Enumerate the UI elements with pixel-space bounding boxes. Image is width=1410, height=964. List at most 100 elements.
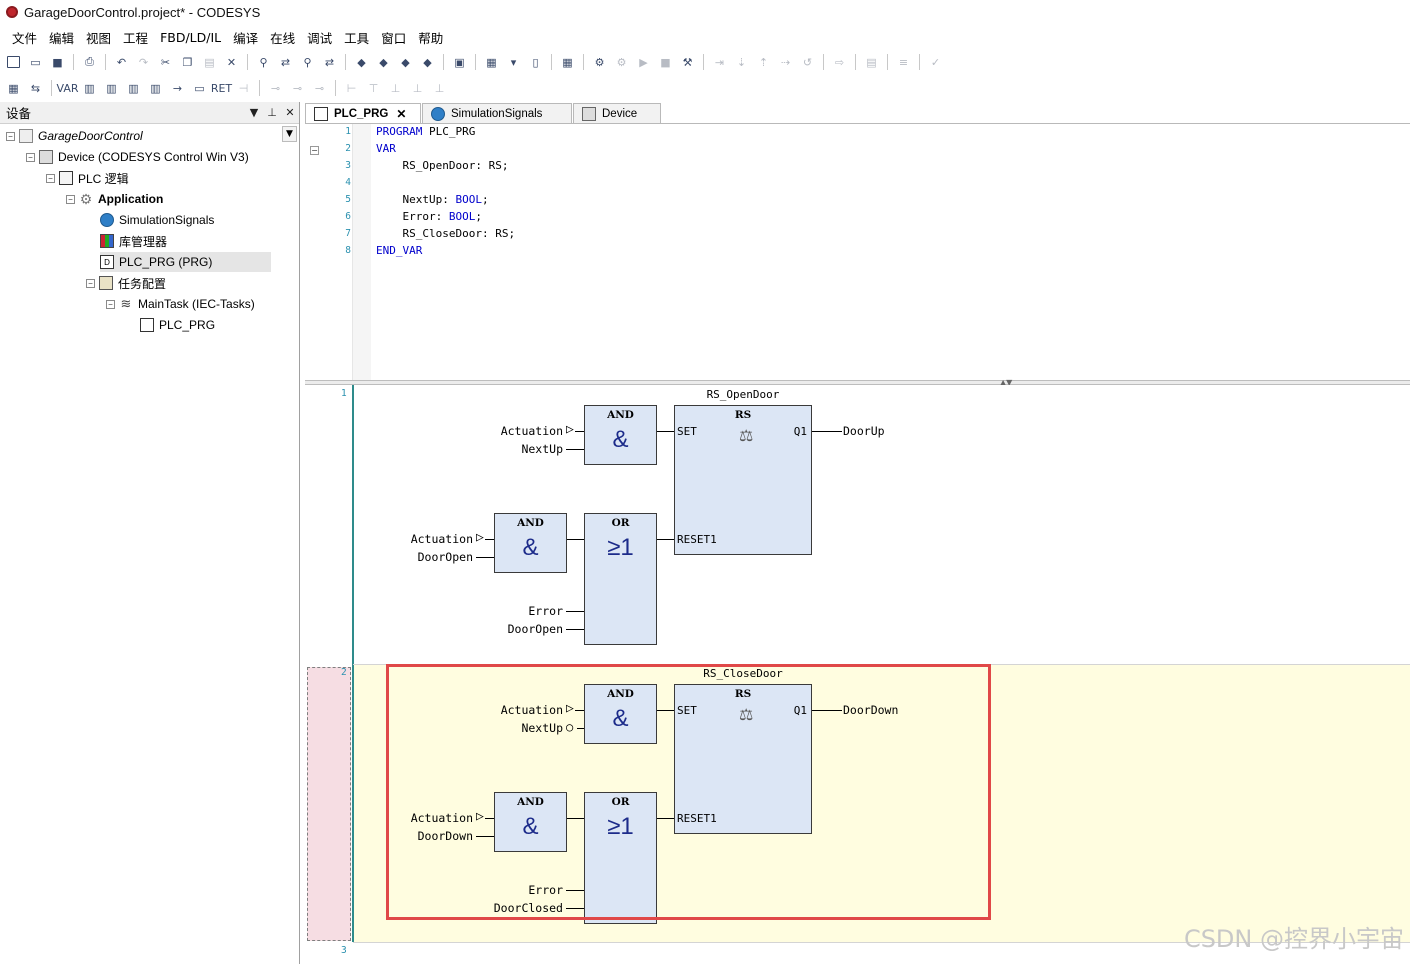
- close-panel-icon[interactable]: ✕: [281, 106, 299, 119]
- logout-icon[interactable]: ⚙: [612, 53, 631, 71]
- collapse-icon[interactable]: −: [86, 278, 95, 288]
- coil-icon[interactable]: ⊥: [408, 79, 427, 97]
- menu-window[interactable]: 窗口: [375, 28, 412, 47]
- close-tab-icon[interactable]: ✕: [396, 107, 406, 121]
- set-breakpoint-icon[interactable]: ◆: [352, 53, 371, 71]
- save-icon[interactable]: ■: [48, 53, 67, 71]
- network-icon[interactable]: ▦: [4, 79, 23, 97]
- menu-view[interactable]: 视图: [80, 28, 117, 47]
- new-project-icon[interactable]: [4, 53, 23, 71]
- and-block[interactable]: AND &: [584, 684, 657, 744]
- input-variable[interactable]: Actuation: [365, 811, 473, 825]
- collapse-icon[interactable]: −: [106, 299, 115, 309]
- cut-icon[interactable]: ✂: [156, 53, 175, 71]
- branch-start-icon[interactable]: ⊢: [342, 79, 361, 97]
- step-out-icon[interactable]: ⇡: [754, 53, 773, 71]
- tree-item-main-task[interactable]: − ≋ MainTask (IEC-Tasks): [106, 294, 255, 314]
- dropdown-icon[interactable]: ▾: [504, 53, 523, 71]
- print-icon[interactable]: ⎙: [80, 53, 99, 71]
- negate-icon[interactable]: ⊸: [266, 79, 285, 97]
- replace-icon[interactable]: ⇄: [276, 53, 295, 71]
- input-variable[interactable]: Error: [455, 883, 563, 897]
- run-to-cursor-icon[interactable]: ⇢: [776, 53, 795, 71]
- tree-item-application[interactable]: − ⚙ Application: [66, 189, 163, 209]
- breakpoint-remove-icon[interactable]: ◆: [396, 53, 415, 71]
- build-icon[interactable]: ▦: [558, 53, 577, 71]
- and-block[interactable]: AND &: [494, 513, 567, 573]
- collapse-icon[interactable]: −: [26, 152, 35, 162]
- insert-jump-icon[interactable]: →: [168, 79, 187, 97]
- rs-block[interactable]: RS SET Q1 RESET1 ⚖: [674, 684, 812, 834]
- insert-return-icon[interactable]: RET: [211, 79, 232, 97]
- tab-plc-prg[interactable]: PLC_PRG ✕: [305, 103, 421, 124]
- or-block[interactable]: OR ≥1: [584, 513, 657, 645]
- step-into-icon[interactable]: ⇣: [732, 53, 751, 71]
- force-values-icon[interactable]: ≡: [894, 53, 913, 71]
- insert-input-icon[interactable]: ⊣: [234, 79, 253, 97]
- insert-box-input-icon[interactable]: ▥: [146, 79, 165, 97]
- tree-item-project[interactable]: − GarageDoorControl: [6, 126, 143, 146]
- step-over-icon[interactable]: ⇥: [710, 53, 729, 71]
- fb-instance-name[interactable]: RS_CloseDoor: [674, 667, 812, 680]
- menu-project[interactable]: 工程: [117, 28, 154, 47]
- replace-in-project-icon[interactable]: ⇄: [320, 53, 339, 71]
- stop-icon[interactable]: ■: [656, 53, 675, 71]
- tab-simulation-signals[interactable]: SimulationSignals: [422, 103, 572, 124]
- pin-icon[interactable]: ⊥: [263, 106, 281, 119]
- collapse-icon[interactable]: −: [6, 131, 15, 141]
- fb-instance-name[interactable]: RS_OpenDoor: [674, 388, 812, 401]
- breakpoint-disable-icon[interactable]: ◆: [418, 53, 437, 71]
- input-variable[interactable]: DoorClosed: [455, 901, 563, 915]
- insert-var-icon[interactable]: VAR: [57, 79, 79, 97]
- properties-icon[interactable]: ▯: [526, 53, 545, 71]
- open-project-icon[interactable]: ▭: [26, 53, 45, 71]
- input-variable[interactable]: DoorOpen: [455, 622, 563, 636]
- write-values-icon[interactable]: ▤: [862, 53, 881, 71]
- insert-box-en-icon[interactable]: ▥: [102, 79, 121, 97]
- assignment-icon[interactable]: ⇆: [26, 79, 45, 97]
- menu-edit[interactable]: 编辑: [43, 28, 80, 47]
- input-variable[interactable]: Actuation: [455, 424, 563, 438]
- redo-icon[interactable]: ↷: [134, 53, 153, 71]
- tree-item-simulation-signals[interactable]: SimulationSignals: [100, 210, 214, 230]
- input-variable[interactable]: NextUp: [455, 442, 563, 456]
- insert-empty-box-icon[interactable]: ▥: [124, 79, 143, 97]
- set-reset-icon[interactable]: ⊸: [310, 79, 329, 97]
- add-object-icon[interactable]: ▦: [482, 53, 501, 71]
- insert-box-icon[interactable]: ▥: [80, 79, 99, 97]
- tree-dropdown-button[interactable]: ▼: [282, 126, 297, 142]
- panel-menu-icon[interactable]: ▼: [245, 106, 263, 119]
- menu-online[interactable]: 在线: [264, 28, 301, 47]
- tree-item-task-config[interactable]: − 任务配置: [86, 273, 166, 293]
- fbd-editor[interactable]: 1 2 3 RS_OpenDoor AND & Actuation NextUp…: [305, 385, 1410, 964]
- tree-item-plc-prg[interactable]: D PLC_PRG (PRG): [100, 252, 271, 272]
- input-variable[interactable]: DoorOpen: [365, 550, 473, 564]
- copy-icon[interactable]: ❐: [178, 53, 197, 71]
- input-variable[interactable]: Error: [455, 604, 563, 618]
- menu-debug[interactable]: 调试: [301, 28, 338, 47]
- and-block[interactable]: AND &: [494, 792, 567, 852]
- branch-end-icon[interactable]: ⊤: [364, 79, 383, 97]
- declaration-editor[interactable]: − 1 2 3 4 5 6 7 8 PROGRAM PLC_PRG VAR RS…: [305, 124, 1410, 380]
- collapse-icon[interactable]: −: [66, 194, 75, 204]
- or-block[interactable]: OR ≥1: [584, 792, 657, 924]
- undo-icon[interactable]: ↶: [112, 53, 131, 71]
- tab-device[interactable]: Device: [573, 103, 661, 124]
- menu-file[interactable]: 文件: [6, 28, 43, 47]
- insert-label-icon[interactable]: ▭: [190, 79, 209, 97]
- fold-collapse-icon[interactable]: −: [310, 146, 319, 155]
- output-variable[interactable]: DoorUp: [843, 424, 885, 438]
- output-variable[interactable]: DoorDown: [843, 703, 898, 717]
- parallel-branch-icon[interactable]: ⊥: [386, 79, 405, 97]
- rs-block[interactable]: RS SET Q1 RESET1 ⚖: [674, 405, 812, 555]
- input-variable[interactable]: Actuation: [455, 703, 563, 717]
- reset-icon[interactable]: ⚒: [678, 53, 697, 71]
- start-icon[interactable]: ▶: [634, 53, 653, 71]
- tree-item-plc-prg-call[interactable]: PLC_PRG: [140, 315, 215, 335]
- menu-tools[interactable]: 工具: [338, 28, 375, 47]
- input-variable[interactable]: DoorDown: [365, 829, 473, 843]
- unforce-icon[interactable]: ✓: [926, 53, 945, 71]
- input-variable[interactable]: NextUp: [455, 721, 563, 735]
- contact-icon[interactable]: ⊥: [430, 79, 449, 97]
- collapse-icon[interactable]: −: [46, 173, 55, 183]
